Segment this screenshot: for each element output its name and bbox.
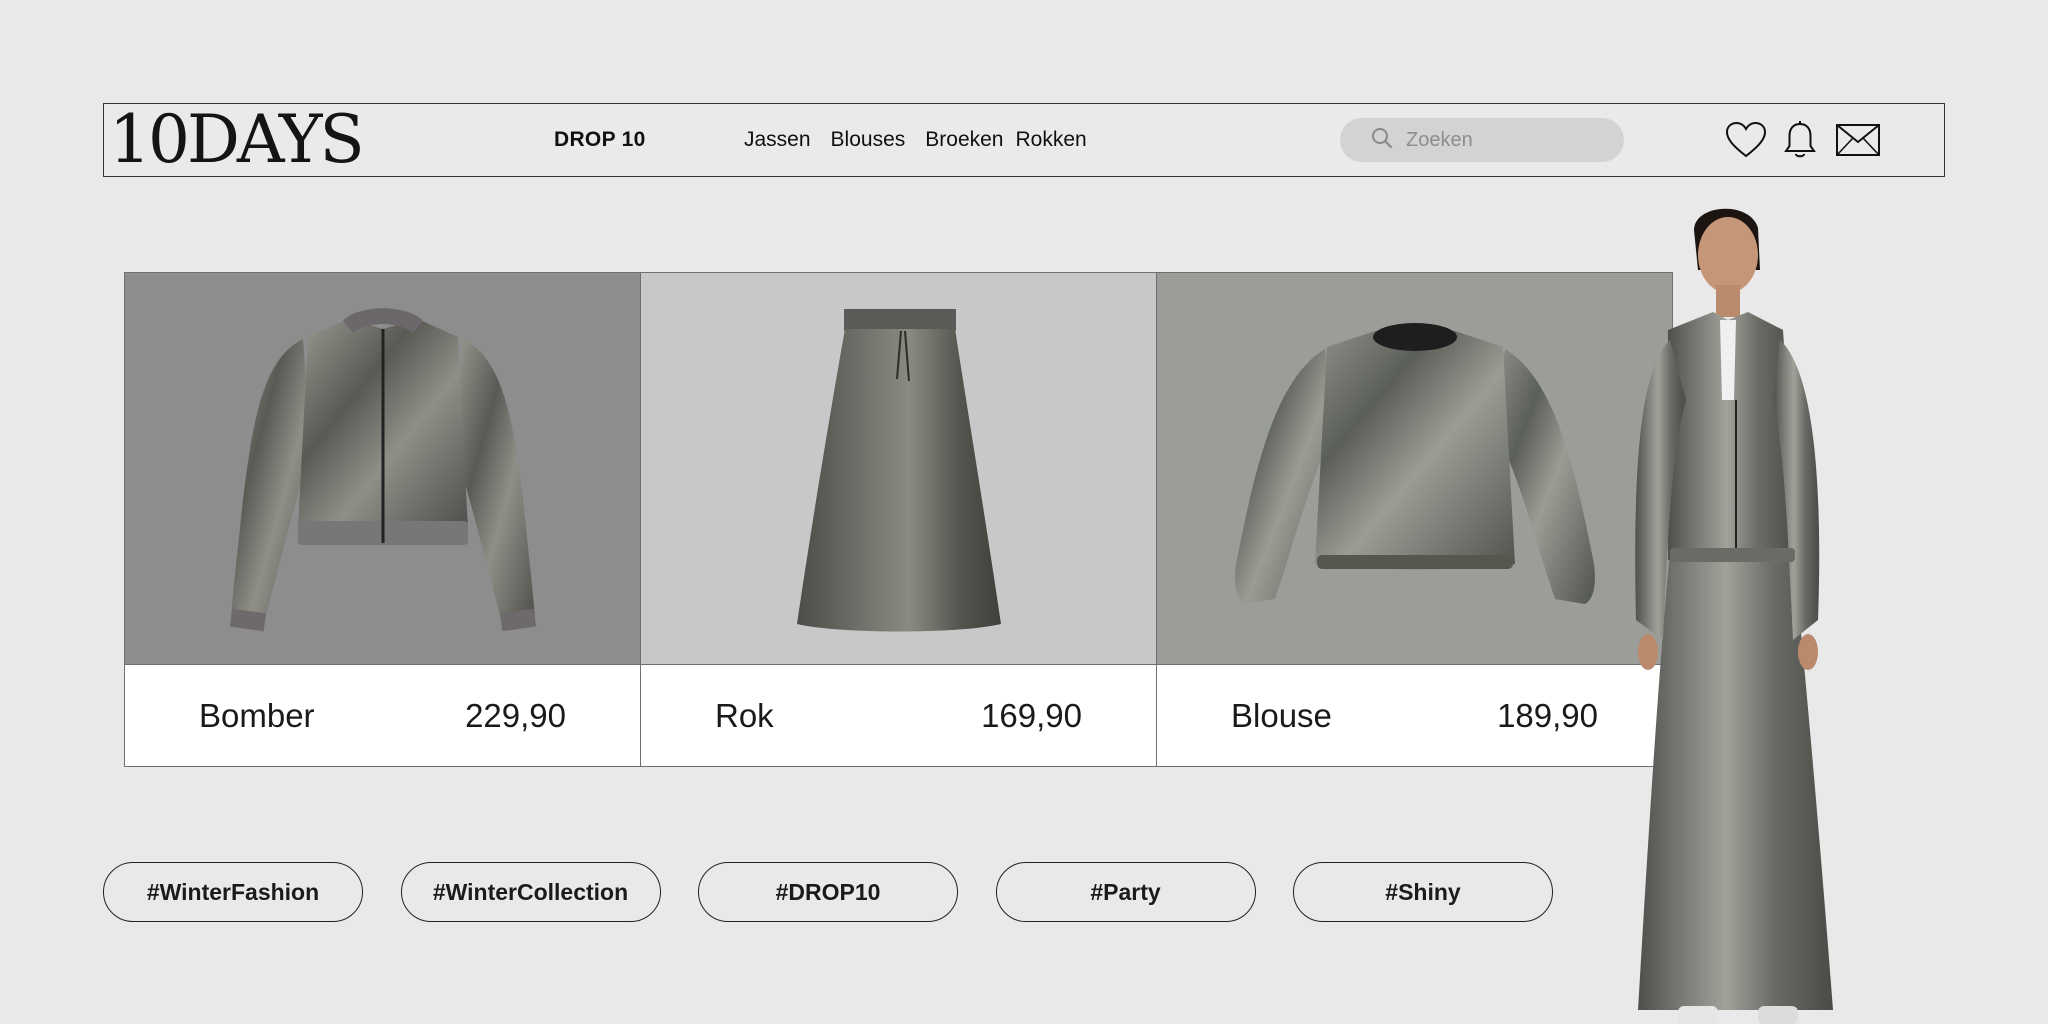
nav-item-jassen[interactable]: Jassen bbox=[744, 128, 811, 152]
product-card-bomber[interactable]: Bomber 229,90 bbox=[124, 272, 641, 767]
search-input[interactable] bbox=[1406, 128, 1606, 152]
search-icon bbox=[1370, 126, 1394, 155]
top-navigation-bar: 10DAYS DROP 10 Jassen Blouses Broeken Ro… bbox=[103, 103, 1945, 177]
nav-item-blouses[interactable]: Blouses bbox=[831, 128, 906, 152]
search-bar[interactable] bbox=[1340, 118, 1624, 162]
hashtag-list: #WinterFashion #WinterCollection #DROP10… bbox=[103, 862, 1591, 922]
bell-icon[interactable] bbox=[1782, 120, 1818, 160]
hashtag-wintercollection[interactable]: #WinterCollection bbox=[400, 862, 661, 922]
product-name: Bomber bbox=[199, 697, 315, 734]
product-card-blouse[interactable]: Blouse 189,90 bbox=[1156, 272, 1673, 767]
heart-icon[interactable] bbox=[1724, 120, 1768, 160]
product-info-blouse: Blouse 189,90 bbox=[1157, 665, 1672, 767]
nav-item-broeken[interactable]: Broeken bbox=[925, 128, 1003, 152]
hashtag-winterfashion[interactable]: #WinterFashion bbox=[103, 862, 363, 922]
product-image-blouse[interactable] bbox=[1157, 273, 1672, 665]
hashtag-party[interactable]: #Party bbox=[995, 862, 1256, 922]
category-nav: Jassen Blouses Broeken Rokken bbox=[744, 104, 1107, 176]
model-photo bbox=[1608, 200, 1898, 1024]
hashtag-drop10[interactable]: #DROP10 bbox=[698, 862, 958, 922]
mail-icon[interactable] bbox=[1834, 120, 1882, 160]
drop-10-link[interactable]: DROP 10 bbox=[554, 104, 646, 176]
product-price: 189,90 bbox=[1497, 697, 1598, 734]
product-name: Rok bbox=[715, 697, 774, 734]
product-grid: Bomber 229,90 Rok 169,90 Blouse 189,90 bbox=[124, 272, 1673, 767]
product-price: 169,90 bbox=[981, 697, 1082, 734]
product-price: 229,90 bbox=[465, 697, 566, 734]
product-info-rok: Rok 169,90 bbox=[641, 665, 1156, 767]
brand-logo[interactable]: 10DAYS bbox=[109, 104, 365, 176]
hashtag-shiny[interactable]: #Shiny bbox=[1293, 862, 1553, 922]
product-image-bomber[interactable] bbox=[125, 273, 640, 665]
product-name: Blouse bbox=[1231, 697, 1332, 734]
product-card-rok[interactable]: Rok 169,90 bbox=[640, 272, 1157, 767]
nav-item-rokken[interactable]: Rokken bbox=[1015, 128, 1086, 152]
product-image-rok[interactable] bbox=[641, 273, 1156, 665]
product-info-bomber: Bomber 229,90 bbox=[125, 665, 640, 767]
